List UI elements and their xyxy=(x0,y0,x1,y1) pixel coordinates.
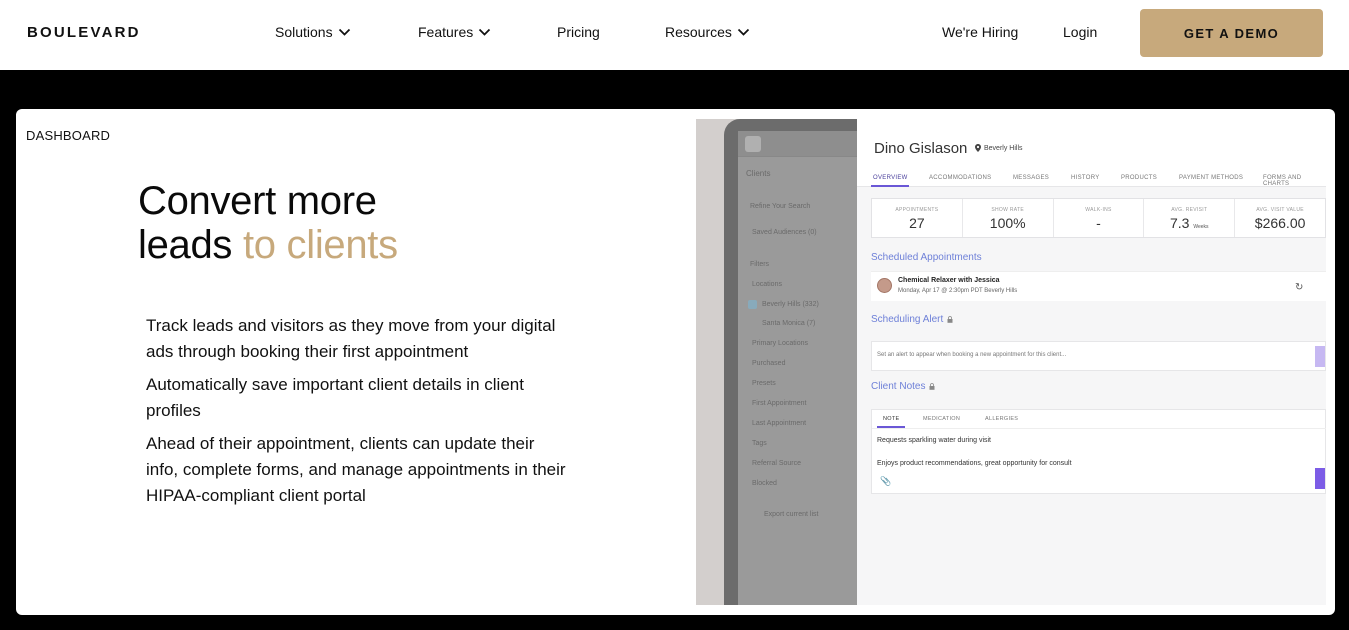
client-stats: APPOINTMENTS 27 SHOW RATE 100% WALK-INS … xyxy=(871,198,1326,238)
checkbox-icon xyxy=(748,300,757,309)
scheduled-appointments-title: Scheduled Appointments xyxy=(871,252,982,263)
sidebar-item: Santa Monica (7) xyxy=(762,320,816,327)
nav-resources[interactable]: Resources xyxy=(665,24,750,40)
sidebar-header xyxy=(738,131,859,157)
sidebar-item: Saved Audiences (0) xyxy=(752,229,817,236)
headline-line-1: Convert more xyxy=(138,179,377,223)
lock-icon xyxy=(929,383,935,390)
sidebar-title: Clients xyxy=(746,169,771,178)
nav-hiring-link[interactable]: We're Hiring xyxy=(942,24,1018,40)
active-tab-indicator xyxy=(871,185,909,187)
top-nav: BOULEVARD Solutions Features Pricing Res… xyxy=(0,0,1349,70)
notes-panel: NOTE MEDICATION ALLERGIES Requests spark… xyxy=(871,409,1326,494)
nav-features[interactable]: Features xyxy=(418,24,491,40)
appointment-row: Chemical Relaxer with Jessica Monday, Ap… xyxy=(871,271,1326,301)
tab-forms-and-charts: FORMS AND CHARTS xyxy=(1263,175,1302,187)
location-pin-icon xyxy=(975,144,981,152)
nav-solutions[interactable]: Solutions xyxy=(275,24,351,40)
stat-avg-visit-value: AVG. VISIT VALUE $266.00 xyxy=(1254,207,1306,231)
section-eyebrow: DASHBOARD xyxy=(26,128,111,143)
list-item: Automatically save important client deta… xyxy=(146,375,524,420)
get-a-demo-button[interactable]: GET A DEMO xyxy=(1140,9,1323,57)
tab-accommodations: ACCOMMODATIONS xyxy=(929,175,992,181)
chevron-down-icon xyxy=(338,28,350,36)
client-profile-panel: Dino Gislason Beverly Hills OVERVIEW ACC… xyxy=(857,119,1326,605)
tab-allergies: ALLERGIES xyxy=(985,416,1019,422)
sidebar-item: Filters xyxy=(750,261,770,268)
nav-login-link[interactable]: Login xyxy=(1063,24,1097,40)
tab-products: PRODUCTS xyxy=(1121,175,1158,181)
chevron-down-icon xyxy=(737,28,750,36)
sidebar-item: First Appointment xyxy=(752,400,807,407)
chevron-down-icon xyxy=(479,28,491,36)
tab-messages: MESSAGES xyxy=(1013,175,1050,181)
avatar xyxy=(877,278,892,293)
sidebar-item: Locations xyxy=(752,281,782,288)
tab-history: HISTORY xyxy=(1071,175,1100,181)
save-note-button xyxy=(1315,468,1325,489)
appointment-subtitle: Monday, Apr 17 @ 2:30pm PDT Beverly Hill… xyxy=(898,288,1018,294)
sidebar-refine: Refine Your Search xyxy=(750,203,811,210)
tab-overview: OVERVIEW xyxy=(873,175,908,181)
appointment-title: Chemical Relaxer with Jessica xyxy=(898,277,1000,284)
stat-appointments: APPOINTMENTS 27 xyxy=(872,199,963,237)
sidebar-item: Tags xyxy=(752,440,767,447)
save-alert-button xyxy=(1315,346,1325,367)
client-sidebar: Clients Refine Your Search Saved Audienc… xyxy=(738,131,859,605)
brand-logo[interactable]: BOULEVARD xyxy=(27,24,141,41)
client-name: Dino Gislason xyxy=(874,140,968,157)
home-icon xyxy=(745,136,761,152)
headline-line-2: leads xyxy=(138,223,233,267)
paperclip-icon: 📎 xyxy=(880,476,892,486)
client-location: Beverly Hills xyxy=(975,144,1023,152)
headline-accent: to clients xyxy=(232,223,398,267)
sidebar-item: Primary Locations xyxy=(752,340,809,347)
tab-medication: MEDICATION xyxy=(923,416,961,422)
stat-walk-ins: WALK-INS - xyxy=(1054,199,1145,237)
refresh-icon: ↻ xyxy=(1295,282,1304,293)
sidebar-item: Last Appointment xyxy=(752,420,807,427)
profile-header: Dino Gislason Beverly Hills OVERVIEW ACC… xyxy=(857,119,1326,187)
sidebar-item: Purchased xyxy=(752,360,786,367)
sidebar-item: Blocked xyxy=(752,480,777,487)
stat-show-rate: SHOW RATE 100% xyxy=(963,199,1054,237)
nav-pricing[interactable]: Pricing xyxy=(557,24,600,40)
dashboard-screenshot: Clients Refine Your Search Saved Audienc… xyxy=(696,119,1326,605)
sidebar-item: Referral Source xyxy=(752,460,802,467)
sidebar-item: Export current list xyxy=(764,511,819,518)
tab-note: NOTE xyxy=(883,416,900,422)
stat-avg-revisit: AVG. REVISIT 7.3 Weeks xyxy=(1144,199,1236,237)
scheduling-alert-title: Scheduling Alert xyxy=(871,314,953,325)
list-item: Ahead of their appointment, clients can … xyxy=(146,434,566,505)
divider xyxy=(872,428,1326,429)
sidebar-item: Presets xyxy=(752,380,776,387)
lock-icon xyxy=(947,316,953,323)
note-line: Enjoys product recommendations, great op… xyxy=(877,460,1072,467)
sidebar-item: Beverly Hills (332) xyxy=(762,301,819,308)
feature-card: DASHBOARD Convert more leads to clients … xyxy=(16,109,1335,615)
alert-input: Set an alert to appear when booking a ne… xyxy=(871,341,1326,371)
tab-payment-methods: PAYMENT METHODS xyxy=(1179,175,1244,181)
hero-headline: Convert more leads to clients xyxy=(138,179,398,267)
client-notes-title: Client Notes xyxy=(871,381,935,392)
feature-list: Track leads and visitors as they move fr… xyxy=(146,313,566,516)
list-item: Track leads and visitors as they move fr… xyxy=(146,316,556,361)
note-line: Requests sparkling water during visit xyxy=(877,437,991,444)
